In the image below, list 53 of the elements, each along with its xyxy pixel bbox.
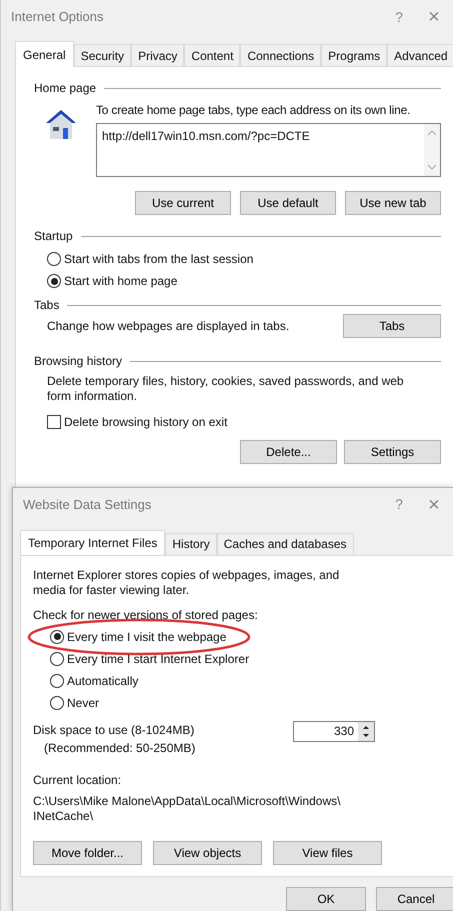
browsing-history-description: Delete temporary files, history, cookies, saved passwords, and web form information. bbox=[46, 374, 405, 404]
window-title: Website Data Settings bbox=[23, 496, 152, 514]
radio-label[interactable]: Every time I start Internet Explorer bbox=[67, 650, 250, 668]
dialog-button[interactable]: OK bbox=[286, 887, 366, 911]
section-heading: Browsing history bbox=[34, 353, 122, 370]
radio-label[interactable]: Never bbox=[67, 694, 100, 712]
radio-label[interactable]: Start with tabs from the last session bbox=[64, 250, 254, 268]
tab[interactable]: History bbox=[165, 532, 217, 555]
radio-button[interactable] bbox=[50, 696, 64, 710]
tab[interactable]: Temporary Internet Files bbox=[20, 530, 166, 556]
tab[interactable]: Privacy bbox=[131, 44, 184, 66]
tab[interactable]: Connections bbox=[240, 44, 322, 66]
radio-button[interactable] bbox=[50, 652, 64, 666]
home-page-hint: To create home page tabs, type each address on its own line. bbox=[96, 102, 412, 119]
checkbox-label[interactable]: Delete browsing history on exit bbox=[64, 413, 228, 431]
section-heading: Home page bbox=[34, 80, 96, 97]
check-label: Check for newer versions of stored pages: bbox=[33, 606, 259, 624]
radio-button[interactable] bbox=[50, 674, 64, 688]
disk-space-label: Disk space to use (8-1024MB) bbox=[33, 722, 196, 739]
radio-label[interactable]: Automatically bbox=[67, 672, 138, 690]
radio-button[interactable] bbox=[50, 630, 64, 644]
location-label: Current location: bbox=[33, 772, 122, 789]
disk-space-spinner[interactable]: 330 bbox=[293, 720, 375, 742]
tab[interactable]: Caches and databases bbox=[216, 532, 354, 555]
browsing-history-button[interactable]: Delete... bbox=[240, 440, 337, 464]
cache-button[interactable]: Move folder... bbox=[33, 840, 142, 865]
tab[interactable]: Programs bbox=[321, 44, 388, 66]
recommended-text: (Recommended: 50-250MB) bbox=[43, 740, 196, 757]
radio-button[interactable] bbox=[47, 274, 61, 288]
checkbox[interactable] bbox=[47, 415, 61, 429]
home-page-button[interactable]: Use current bbox=[135, 191, 231, 215]
location-path: C:\Users\Mike Malone\AppData\Local\Microsoft\Windows\ INetCache\ bbox=[33, 794, 342, 824]
spinner-arrows-icon[interactable] bbox=[358, 722, 374, 741]
scrollbar-drawing bbox=[424, 124, 440, 176]
section-heading: Startup bbox=[34, 228, 73, 245]
tab[interactable]: Advanced bbox=[387, 44, 453, 66]
dialog-button[interactable]: Cancel bbox=[376, 887, 453, 911]
radio-label[interactable]: Start with home page bbox=[64, 272, 178, 290]
browsing-history-button[interactable]: Settings bbox=[344, 440, 441, 464]
home-page-field[interactable]: http://dell17win10.msn.com/?pc=DCTE bbox=[96, 123, 441, 177]
tab[interactable]: Security bbox=[74, 44, 132, 66]
tabs-description: Change how webpages are displayed in tabs. bbox=[47, 318, 290, 335]
window-title: Internet Options bbox=[11, 8, 104, 26]
tabs-button[interactable]: Tabs bbox=[343, 314, 441, 338]
home-page-button[interactable]: Use default bbox=[240, 191, 336, 215]
cache-button[interactable]: View files bbox=[273, 840, 382, 865]
cache-button[interactable]: View objects bbox=[153, 840, 262, 865]
intro-text: Internet Explorer stores copies of webpages, images, and media for faster viewing later. bbox=[33, 568, 340, 598]
radio-button[interactable] bbox=[47, 252, 61, 266]
tab[interactable]: General bbox=[15, 41, 74, 67]
home-page-button[interactable]: Use new tab bbox=[345, 191, 441, 215]
section-heading: Tabs bbox=[34, 297, 60, 314]
tab[interactable]: Content bbox=[184, 44, 240, 66]
